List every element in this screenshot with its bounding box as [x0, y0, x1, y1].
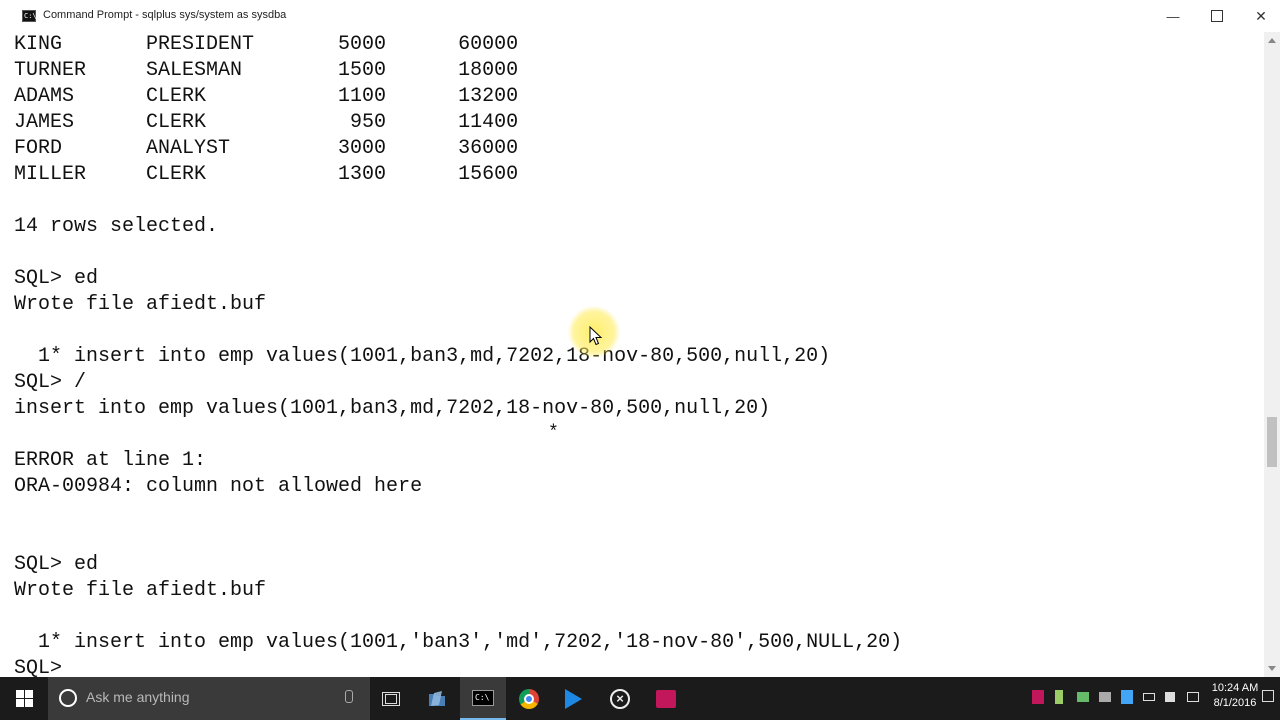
console-line: MILLER CLERK 1300 15600 [14, 163, 519, 186]
system-clock[interactable]: 10:24 AM 8/1/2016 [1208, 681, 1262, 711]
media-app-taskbar-button[interactable] [643, 677, 689, 720]
file-explorer-icon [429, 690, 445, 706]
minimize-icon: — [1166, 8, 1180, 24]
task-view-icon [382, 691, 400, 706]
error-position-marker: * [548, 423, 559, 443]
console-line: 1* insert into emp values(1001,'ban3','m… [14, 631, 903, 654]
window-title: Command Prompt - sqlplus sys/system as s… [43, 9, 287, 21]
task-view-button[interactable] [368, 677, 414, 720]
console-line: SQL> / [14, 371, 87, 394]
console-line: Wrote file afiedt.buf [14, 579, 267, 602]
vertical-scrollbar[interactable] [1264, 32, 1280, 677]
console-line: 1* insert into emp values(1001,ban3,md,7… [14, 345, 831, 368]
xbox-icon: × [610, 688, 630, 709]
scroll-up-icon[interactable] [1268, 38, 1276, 43]
search-box[interactable]: Ask me anything [48, 677, 370, 720]
keyboard-icon[interactable] [1187, 692, 1199, 702]
taskbar: Ask me anything C:\ × 10:24 AM 8/1/2016 [0, 677, 1280, 720]
console-prompt[interactable]: SQL> [14, 656, 62, 677]
scroll-down-icon[interactable] [1268, 666, 1276, 671]
battery-icon[interactable] [1143, 693, 1155, 701]
console-line: JAMES CLERK 950 11400 [14, 111, 519, 134]
app-tray-icon-2[interactable] [1055, 690, 1063, 704]
search-icon [59, 689, 77, 707]
console-line: SQL> ed [14, 267, 99, 290]
console-line: ORA-00984: column not allowed here [14, 475, 423, 498]
console-line: Wrote file afiedt.buf [14, 293, 267, 316]
scroll-thumb[interactable] [1267, 417, 1277, 467]
cmd-icon: C:\ [22, 10, 37, 22]
start-button[interactable] [0, 677, 48, 720]
console-line: TURNER SALESMAN 1500 18000 [14, 59, 519, 82]
console-line: 14 rows selected. [14, 215, 219, 238]
display-icon[interactable] [1121, 690, 1133, 704]
close-icon: ✕ [1255, 7, 1267, 24]
windows-start-icon [15, 690, 33, 707]
maximize-icon [1211, 10, 1223, 22]
clock-date: 8/1/2016 [1213, 697, 1257, 709]
console-line: ERROR at line 1: [14, 449, 207, 472]
window-title-bar[interactable]: C:\ Command Prompt - sqlplus sys/system … [0, 0, 1280, 33]
mouse-pointer-icon [589, 326, 603, 346]
media-player-taskbar-button[interactable] [550, 677, 596, 720]
network-adapter-icon[interactable] [1077, 692, 1089, 702]
chrome-taskbar-button[interactable] [506, 677, 552, 720]
file-explorer-button[interactable] [414, 677, 460, 720]
console-line: SQL> ed [14, 553, 99, 576]
console-line: ADAMS CLERK 1100 13200 [14, 85, 519, 108]
volume-icon[interactable] [1165, 692, 1175, 702]
close-button[interactable]: ✕ [1238, 0, 1280, 32]
console-line: insert into emp values(1001,ban3,md,7202… [14, 397, 771, 420]
app-tray-icon[interactable] [1032, 690, 1044, 704]
console-output[interactable]: KING PRESIDENT 5000 60000 TURNER SALESMA… [0, 32, 1264, 677]
minimize-button[interactable]: — [1150, 0, 1196, 32]
command-prompt-icon: C:\ [472, 689, 494, 706]
search-input[interactable]: Ask me anything [86, 689, 190, 705]
maximize-button[interactable] [1194, 0, 1240, 32]
action-center-icon[interactable] [1262, 690, 1274, 702]
wifi-icon[interactable] [1099, 692, 1111, 702]
clock-time: 10:24 AM [1211, 682, 1259, 694]
xbox-taskbar-button[interactable]: × [597, 677, 643, 720]
media-player-icon [564, 688, 582, 709]
chrome-icon [519, 688, 539, 709]
media-app-icon [656, 689, 676, 708]
console-line: FORD ANALYST 3000 36000 [14, 137, 519, 160]
console-line: KING PRESIDENT 5000 60000 [14, 33, 519, 56]
microphone-icon[interactable] [345, 690, 353, 703]
command-prompt-taskbar-button[interactable]: C:\ [460, 677, 506, 720]
